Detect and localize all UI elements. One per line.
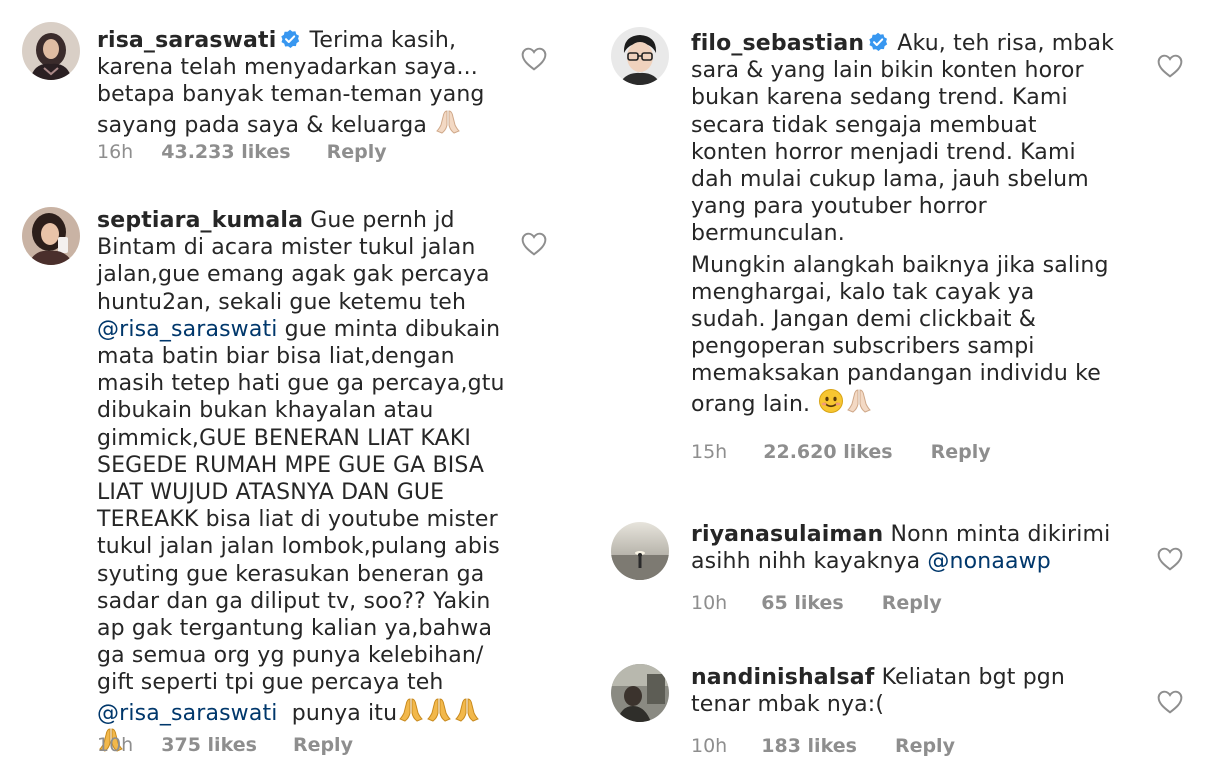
comment-line: menghargai, kalo tak cayak ya: [691, 279, 1035, 305]
timestamp[interactable]: 16h: [97, 141, 133, 163]
heart-outline-icon[interactable]: [1157, 690, 1183, 714]
comment-line: memaksakan pandangan individu ke: [691, 361, 1101, 387]
avatar-image: [611, 522, 669, 580]
comment-line: Keliatan bgt pgn: [881, 665, 1066, 690]
folded-hands-emoji: [845, 388, 873, 414]
heart-outline-icon[interactable]: [1157, 54, 1183, 78]
comment-line: sayang pada saya & keluarga: [97, 112, 428, 138]
comment-line: asihh nihh kayaknya: [691, 549, 921, 575]
like-count[interactable]: 183 likes: [761, 735, 857, 757]
comment-line: sadar dan ga diliput tv, soo?? Yakin: [97, 588, 491, 614]
timestamp[interactable]: 15h: [691, 441, 727, 463]
smiling-face-emoji: [817, 388, 845, 414]
comment-line: gimmick,GUE BENERAN LIAT KAKI: [97, 425, 472, 451]
verified-badge-icon: [280, 29, 300, 49]
folded-hands-emoji: [397, 697, 425, 723]
avatar[interactable]: [22, 207, 80, 265]
comment-line: ap gak tergantung kalian ya,bahwa: [97, 616, 493, 642]
comment-line: TEREAKK bisa liat di youtube mister: [97, 507, 498, 533]
mention-link[interactable]: @risa_saraswati: [97, 701, 278, 726]
comment-line: Mungkin alangkah baiknya jika saling: [691, 252, 1109, 278]
comment-line: bukan karena sedang trend. Kami: [691, 85, 1068, 111]
heart-outline-icon[interactable]: [1157, 547, 1183, 571]
avatar[interactable]: [611, 664, 669, 722]
comment-line: mata batin biar bisa liat,dengan: [97, 344, 455, 370]
reply-button[interactable]: Reply: [931, 441, 991, 463]
comment-line: LIAT WUJUD ATASNYA DAN GUE: [97, 480, 445, 506]
comment-line: dibukain bukan khayalan atau: [97, 398, 434, 424]
like-count[interactable]: 65 likes: [761, 592, 843, 614]
comment-line: tenar mbak nya:(: [691, 692, 885, 718]
comment-line: betapa banyak teman-teman yang: [97, 82, 485, 108]
comment-line: tukul jalan jalan lombok,pulang abis: [97, 534, 500, 560]
comment-line: SEGEDE RUMAH MPE GUE GA BISA: [97, 452, 485, 478]
comment-line: konten horror menjadi trend. Kami: [691, 139, 1076, 165]
comment-line: Aku, teh risa, mbak: [897, 31, 1114, 56]
avatar[interactable]: [611, 522, 669, 580]
comment-line: Gue pernh jd: [310, 208, 455, 233]
comment-line: orang lain.: [691, 391, 811, 417]
username[interactable]: risa_saraswati: [97, 28, 276, 53]
comment-text: septiara_kumala Gue pernh jd Bintam di a…: [97, 207, 517, 757]
comment-line: huntu2an, sekali gue ketemu teh: [97, 289, 467, 315]
folded-hands-emoji: [425, 697, 453, 723]
timestamp[interactable]: 10h: [691, 592, 727, 614]
comment-line: secara tidak sengaja membuat: [691, 112, 1037, 138]
folded-hands-emoji: [453, 697, 481, 723]
comment-line: sudah. Jangan demi clickbait &: [691, 307, 1037, 333]
comment-line: ga semua org yg punya kelebihan/: [97, 643, 484, 669]
comment-text: risa_saraswati Terima kasih, karena tela…: [97, 27, 517, 139]
heart-outline-icon[interactable]: [521, 47, 547, 71]
avatar-image: [611, 664, 669, 722]
reply-button[interactable]: Reply: [882, 592, 942, 614]
comment-text: filo_sebastian Aku, teh risa, mbak sara …: [691, 30, 1123, 418]
avatar[interactable]: [611, 27, 669, 85]
heart-outline-icon[interactable]: [521, 232, 547, 256]
comment-line: sara & yang lain bikin konten horor: [691, 58, 1084, 84]
comment-line: Nonn minta dikirimi: [890, 522, 1111, 547]
comment-line: syuting gue kerasukan beneran ga: [97, 561, 485, 587]
comment-line: bermunculan.: [691, 221, 845, 247]
comment-meta: 15h 22.620 likes Reply: [691, 441, 991, 463]
reply-button[interactable]: Reply: [293, 734, 353, 756]
like-count[interactable]: 22.620 likes: [763, 441, 892, 463]
username[interactable]: filo_sebastian: [691, 31, 864, 56]
username[interactable]: septiara_kumala: [97, 208, 303, 233]
comment-line: karena telah menyadarkan saya...: [97, 55, 478, 81]
username[interactable]: riyanasulaiman: [691, 522, 883, 547]
comment-meta: 10h 375 likes Reply: [97, 734, 353, 756]
comment-text: riyanasulaiman Nonn minta dikirimi asihh…: [691, 521, 1131, 575]
reply-button[interactable]: Reply: [327, 141, 387, 163]
like-count[interactable]: 375 likes: [161, 734, 257, 756]
comment-line: dah mulai cukup lama, jauh sbelum: [691, 167, 1089, 193]
comment-meta: 10h 183 likes Reply: [691, 735, 955, 757]
comment-line: yang para youtuber horror: [691, 194, 987, 220]
comment-line: jalan,gue emang agak gak percaya: [97, 262, 490, 288]
comment-line: gift seperti tpi gue percaya teh: [97, 670, 444, 696]
folded-hands-emoji: [434, 109, 462, 135]
like-count[interactable]: 43.233 likes: [161, 141, 290, 163]
avatar-image: [611, 27, 669, 85]
comment-line: Bintam di acara mister tukul jalan: [97, 235, 476, 261]
avatar-image: [22, 207, 80, 265]
timestamp[interactable]: 10h: [97, 734, 133, 756]
comment-line: pengoperan subscribers sampi: [691, 334, 1035, 360]
comment-line: masih tetep hati gue ga percaya,gtu: [97, 371, 505, 397]
avatar[interactable]: [22, 22, 80, 80]
username[interactable]: nandinishalsaf: [691, 665, 874, 690]
comment-line: Terima kasih,: [309, 28, 457, 53]
comment-meta: 16h 43.233 likes Reply: [97, 141, 387, 163]
reply-button[interactable]: Reply: [895, 735, 955, 757]
mention-link[interactable]: @nonaawp: [927, 549, 1050, 574]
avatar-image: [22, 22, 80, 80]
comment-line: punya itu: [291, 700, 398, 726]
comment-meta: 10h 65 likes Reply: [691, 592, 942, 614]
comment-line: gue minta dibukain: [284, 316, 501, 342]
verified-badge-icon: [868, 32, 888, 52]
mention-link[interactable]: @risa_saraswati: [97, 317, 278, 342]
comment-text: nandinishalsaf Keliatan bgt pgn tenar mb…: [691, 664, 1131, 718]
timestamp[interactable]: 10h: [691, 735, 727, 757]
